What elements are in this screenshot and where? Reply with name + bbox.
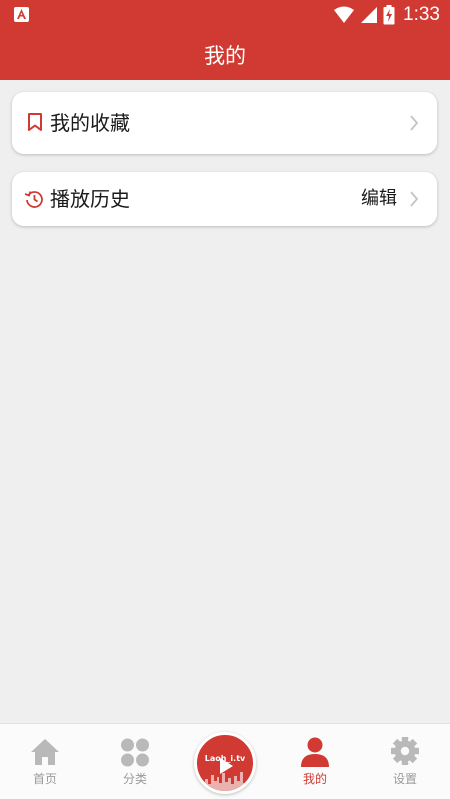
nav-category-label: 分类 — [122, 772, 147, 786]
nav-home-label: 首页 — [32, 772, 57, 786]
history-icon — [24, 191, 43, 208]
app-bar: 我的 — [0, 30, 450, 80]
favorites-row[interactable]: 我的收藏 — [12, 92, 437, 154]
user-icon — [301, 737, 329, 767]
nav-mine-label: 我的 — [302, 772, 327, 786]
nav-category[interactable]: 分类 — [90, 724, 180, 799]
nav-settings[interactable]: 设置 — [360, 724, 450, 799]
wifi-icon — [334, 6, 355, 23]
category-icon — [121, 738, 149, 767]
status-bar: 1:33 — [0, 0, 450, 30]
history-row[interactable]: 播放历史 编辑 — [12, 172, 437, 226]
center-play-button[interactable]: Laoh_i.tv — [194, 732, 256, 794]
play-icon — [220, 758, 233, 774]
battery-charging-icon — [383, 5, 395, 25]
bookmark-icon — [28, 113, 42, 131]
home-icon — [31, 739, 59, 765]
app-notification-icon — [14, 7, 29, 22]
page-title: 我的 — [204, 44, 246, 68]
gear-icon — [391, 737, 419, 765]
favorites-label: 我的收藏 — [50, 111, 130, 135]
nav-home[interactable]: 首页 — [0, 724, 90, 799]
edit-button[interactable]: 编辑 — [361, 172, 397, 226]
signal-icon — [361, 7, 378, 23]
nav-mine[interactable]: 我的 — [270, 724, 360, 799]
status-time: 1:33 — [403, 4, 440, 25]
history-label: 播放历史 — [50, 187, 130, 211]
chevron-right-icon — [410, 191, 419, 207]
nav-settings-label: 设置 — [392, 772, 417, 786]
chevron-right-icon — [410, 115, 419, 131]
